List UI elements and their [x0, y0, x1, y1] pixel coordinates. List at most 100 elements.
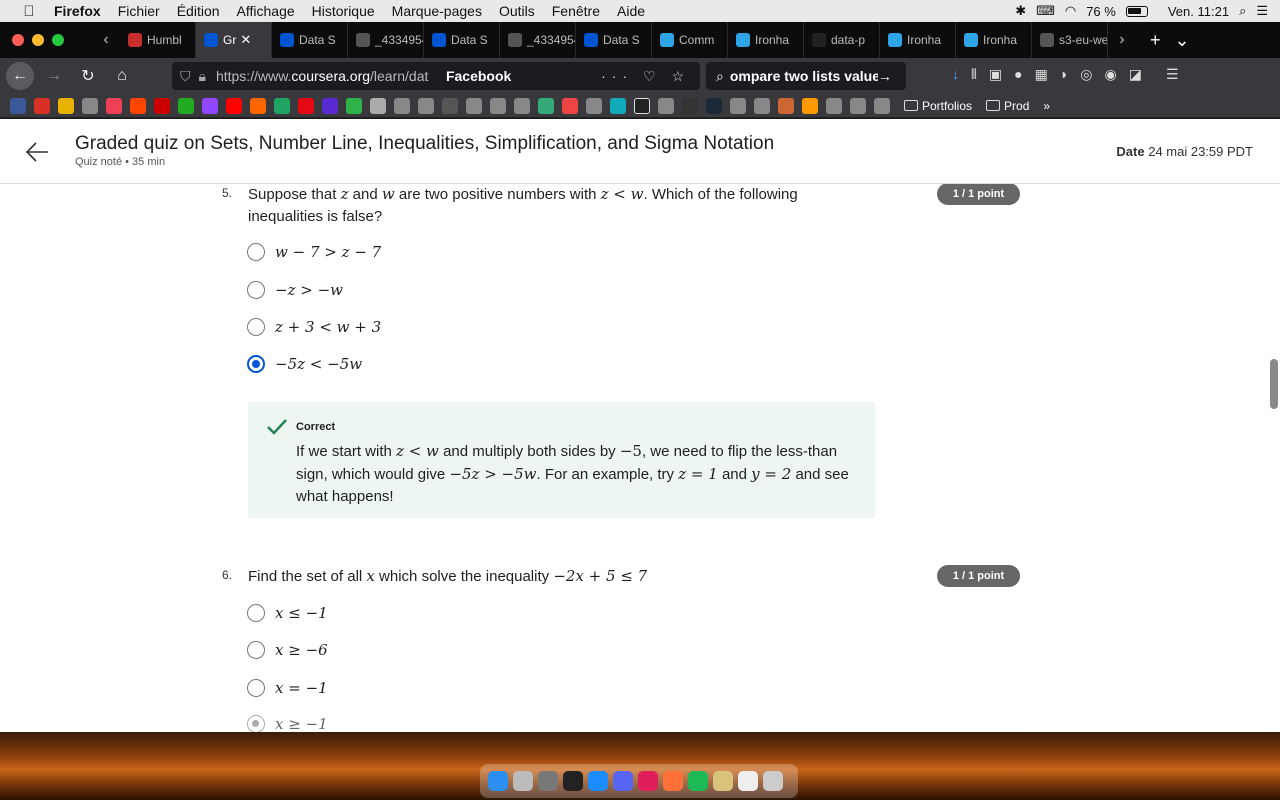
menu-edition[interactable]: Édition — [177, 3, 220, 19]
slack-icon[interactable] — [638, 771, 658, 791]
youtube-bookmark-icon[interactable] — [226, 97, 242, 114]
back-arrow-icon[interactable] — [24, 139, 50, 165]
menu-marque-pages[interactable]: Marque-pages — [392, 3, 482, 19]
radio-button[interactable] — [247, 281, 265, 299]
drive-bookmark-icon[interactable] — [274, 97, 290, 114]
globe-bookmark-icon-5[interactable] — [490, 97, 506, 114]
globe-bookmark-icon-8[interactable] — [658, 97, 674, 114]
pocket-bookmark-icon[interactable] — [106, 97, 122, 114]
tab-6[interactable]: Data S — [576, 22, 652, 58]
forward-button[interactable]: → — [40, 62, 68, 90]
menu-aide[interactable]: Aide — [617, 3, 645, 19]
bookmark-folder-prod[interactable]: Prod — [986, 99, 1029, 113]
q6-option-3[interactable]: x = −1 — [247, 679, 328, 697]
launchpad-icon[interactable] — [513, 771, 533, 791]
extension-icon[interactable]: ▦ — [1035, 66, 1048, 83]
facebook-bookmark-icon[interactable] — [10, 97, 26, 114]
radio-button[interactable] — [247, 604, 265, 622]
account-icon[interactable]: ● — [1014, 66, 1022, 83]
close-tab-icon[interactable]: ✕ — [240, 32, 251, 48]
tab-12[interactable]: s3-eu-wes — [1032, 22, 1108, 58]
tab-5[interactable]: _4334954 — [500, 22, 576, 58]
tab-11[interactable]: Ironha — [956, 22, 1032, 58]
bookmark-icon-5[interactable] — [538, 97, 554, 114]
documents-icon[interactable] — [738, 771, 758, 791]
battery-percent[interactable]: 76 % — [1086, 4, 1116, 19]
tab-7[interactable]: Comm — [652, 22, 728, 58]
url-text[interactable]: https://www.coursera.org/learn/dat — [216, 68, 438, 84]
bookmark-icon[interactable] — [58, 97, 74, 114]
discord-icon[interactable] — [613, 771, 633, 791]
battery-icon[interactable] — [1125, 5, 1148, 17]
q6-option-4[interactable]: x ≥ −1 — [247, 715, 328, 732]
globe-bookmark-icon-10[interactable] — [754, 97, 770, 114]
play-bookmark-icon[interactable] — [346, 97, 362, 114]
bookmark-icon-8[interactable] — [634, 97, 650, 114]
globe-bookmark-icon-12[interactable] — [850, 97, 866, 114]
system-preferences-icon[interactable] — [538, 771, 558, 791]
bookmark-folder-portfolios[interactable]: Portfolios — [904, 99, 972, 113]
q5-option-1[interactable]: w − 7 > z − 7 — [247, 243, 381, 261]
extension-icon-5[interactable]: ◪ — [1129, 66, 1142, 83]
menu-historique[interactable]: Historique — [312, 3, 375, 19]
minimize-window-button[interactable] — [32, 34, 44, 46]
keyboard-icon[interactable]: ⌨ — [1036, 3, 1055, 19]
tab-4[interactable]: Data S — [424, 22, 500, 58]
extension-icon-3[interactable]: ◎ — [1080, 66, 1092, 83]
search-value[interactable]: ompare two lists value — [730, 68, 878, 84]
tracking-protection-icon[interactable]: ⛉ — [180, 68, 191, 85]
reload-button[interactable]: ↻ — [74, 62, 102, 90]
downloads-icon[interactable]: ↓ — [952, 66, 959, 83]
menu-fenetre[interactable]: Fenêtre — [552, 3, 600, 19]
url-bar[interactable]: ⛉ 🔒︎ https://www.coursera.org/learn/dat … — [172, 62, 700, 90]
play-bookmark-icon-2[interactable] — [442, 97, 458, 114]
reddit-bookmark-icon[interactable] — [130, 97, 146, 114]
globe-bookmark-icon[interactable] — [82, 97, 98, 114]
globe-bookmark-icon-9[interactable] — [730, 97, 746, 114]
tab-2[interactable]: Data S — [272, 22, 348, 58]
radio-button[interactable] — [247, 243, 265, 261]
globe-bookmark-icon-2[interactable] — [394, 97, 410, 114]
close-window-button[interactable] — [12, 34, 24, 46]
control-center-icon[interactable]: ☰ — [1256, 3, 1268, 19]
menu-affichage[interactable]: Affichage — [237, 3, 295, 19]
menu-app-name[interactable]: Firefox — [54, 3, 101, 19]
tab-0[interactable]: Humbl — [120, 22, 196, 58]
tabs-scroll-left-icon[interactable]: ‹ — [92, 31, 120, 49]
new-tab-button[interactable]: + — [1150, 30, 1161, 51]
bookmark-icon-3[interactable] — [322, 97, 338, 114]
radio-button[interactable] — [247, 318, 265, 336]
q6-option-1[interactable]: x ≤ −1 — [247, 604, 328, 622]
tabs-scroll-right-icon[interactable]: › — [1108, 31, 1136, 49]
bookmark-icon-11[interactable] — [802, 97, 818, 114]
menu-icon[interactable]: ☰ — [1166, 66, 1179, 83]
list-all-tabs-icon[interactable]: ⌄ — [1175, 30, 1190, 51]
bluetooth-icon[interactable]: ✱ — [1015, 3, 1026, 19]
gmail-bookmark-icon[interactable] — [34, 97, 50, 114]
star-bookmark-icon[interactable] — [178, 97, 194, 114]
q5-option-4-selected[interactable]: −5z < −5w — [247, 355, 362, 373]
radio-button[interactable] — [247, 641, 265, 659]
globe-bookmark-icon-3[interactable] — [418, 97, 434, 114]
q5-option-2[interactable]: −z > −w — [247, 281, 343, 299]
netflix-bookmark-icon[interactable] — [298, 97, 314, 114]
bookmark-icon-6[interactable] — [562, 97, 578, 114]
bookmark-icon-9[interactable] — [682, 97, 698, 114]
bookmark-icon-7[interactable] — [610, 97, 626, 114]
search-go-icon[interactable]: → — [878, 68, 892, 84]
tab-3[interactable]: _4334954 — [348, 22, 424, 58]
radio-button-checked[interactable] — [247, 355, 265, 373]
bookmark-icon-2[interactable] — [154, 97, 170, 114]
search-bar[interactable]: ⌕ ompare two lists value → — [706, 62, 906, 90]
lock-icon[interactable]: 🔒︎ — [199, 68, 206, 85]
tab-10[interactable]: Ironha — [880, 22, 956, 58]
home-button[interactable]: ⌂ — [108, 62, 136, 90]
globe-bookmark-icon-4[interactable] — [466, 97, 482, 114]
app-store-icon[interactable] — [588, 771, 608, 791]
q6-option-2[interactable]: x ≥ −6 — [247, 641, 328, 659]
extension-icon-4[interactable]: ◉ — [1105, 66, 1117, 83]
spotlight-icon[interactable]: ⌕ — [1239, 3, 1246, 19]
globe-bookmark-icon-11[interactable] — [826, 97, 842, 114]
back-button[interactable]: ← — [6, 62, 34, 90]
wifi-icon[interactable]: ◠ — [1065, 3, 1076, 19]
